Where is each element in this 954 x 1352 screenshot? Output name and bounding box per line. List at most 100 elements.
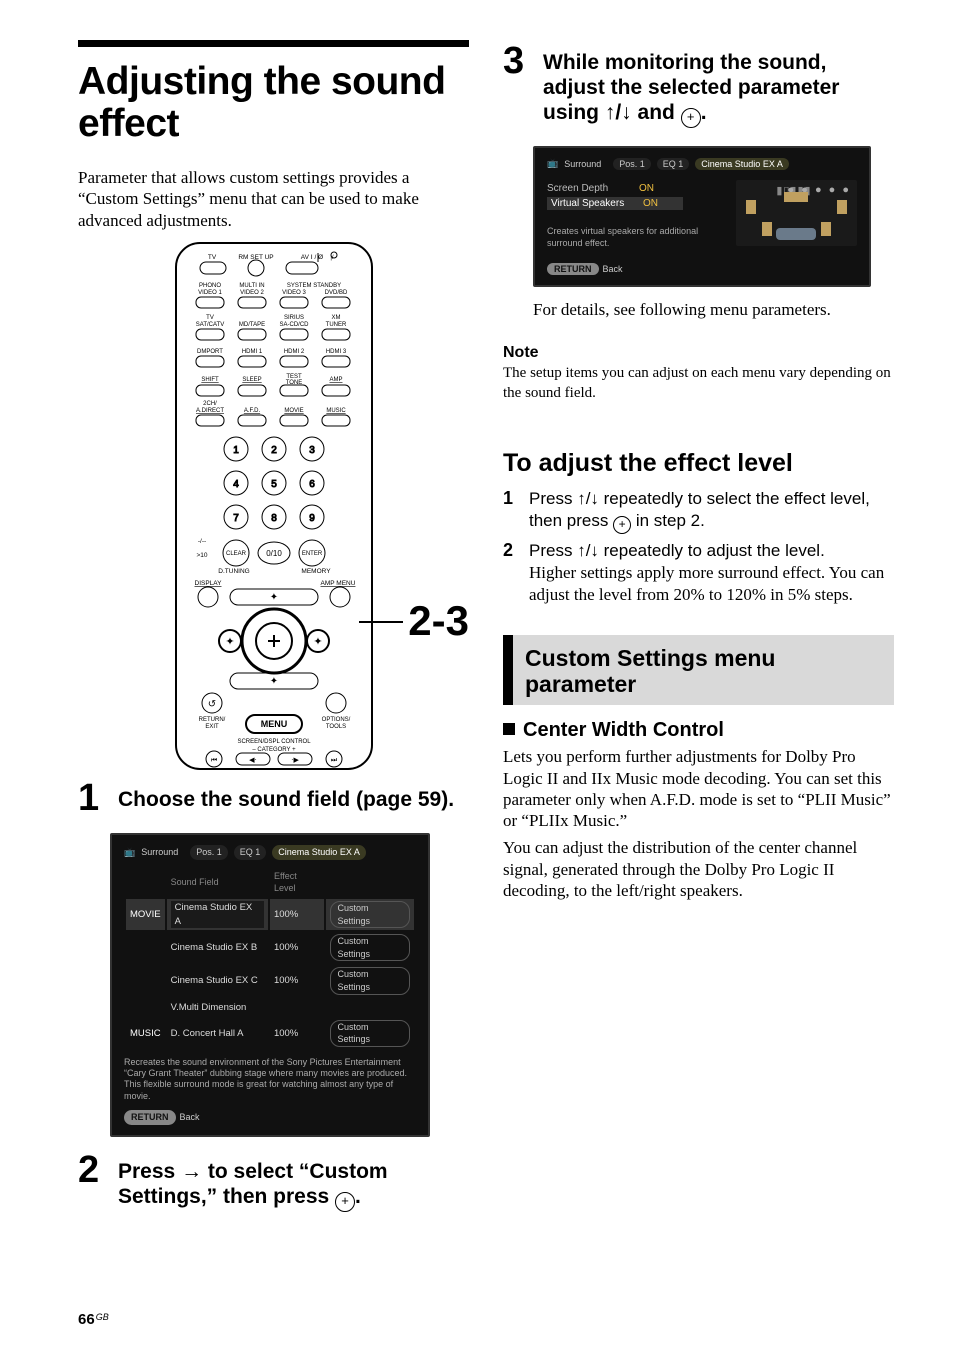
remote-illustration: TV RM SET UP AV Ⅰ / Ø |/ PHONO MULTI IN	[174, 241, 374, 771]
step-3: 3 While monitoring the sound, adjust the…	[503, 44, 894, 128]
svg-text:1: 1	[233, 445, 239, 456]
left-column: Adjusting the sound effect Parameter tha…	[78, 40, 469, 1322]
svg-text:6: 6	[309, 479, 315, 490]
room-diagram: ▮▯▮▮▮ ● ● ● ● ●	[736, 180, 857, 246]
table-row: MUSICD. Concert Hall A100%Custom Setting…	[126, 1018, 414, 1049]
svg-text:-/--: -/--	[197, 538, 205, 545]
menu-breadcrumb: 📺 Surround Pos. 1 EQ 1 Cinema Studio EX …	[547, 158, 857, 170]
svg-text:3: 3	[309, 445, 315, 456]
svg-text:DMPORT: DMPORT	[197, 349, 223, 355]
svg-text:HDMI 2: HDMI 2	[283, 349, 304, 355]
svg-text:✦: ✦	[269, 592, 277, 603]
note-body: The setup items you can adjust on each m…	[503, 364, 894, 403]
svg-text:TOOLS: TOOLS	[325, 724, 345, 730]
svg-text:DISPLAY: DISPLAY	[194, 580, 222, 587]
page-number: 66GB	[78, 1311, 109, 1328]
param-menu-screenshot: 📺 Surround Pos. 1 EQ 1 Cinema Studio EX …	[533, 146, 871, 287]
intro-paragraph: Parameter that allows custom settings pr…	[78, 167, 469, 231]
step-1: 1 Choose the sound field (page 59).	[78, 781, 469, 815]
svg-text:9: 9	[309, 513, 315, 524]
svg-text:⏮: ⏮	[210, 756, 216, 764]
svg-text:PHONO: PHONO	[198, 283, 220, 289]
svg-text:TV: TV	[206, 315, 214, 321]
remote-figure: TV RM SET UP AV Ⅰ / Ø |/ PHONO MULTI IN	[78, 241, 469, 771]
svg-text:EXIT: EXIT	[205, 724, 219, 730]
svg-text:OPTIONS/: OPTIONS/	[321, 717, 350, 723]
svg-text:MD/TAPE: MD/TAPE	[238, 322, 264, 328]
svg-text:VIDEO 1: VIDEO 1	[198, 290, 222, 296]
table-row: Cinema Studio EX B100%Custom Settings	[126, 932, 414, 963]
svg-text:TUNER: TUNER	[325, 322, 346, 328]
main-title: Adjusting the sound effect	[78, 61, 469, 145]
surround-menu-screenshot: 📺 Surround Pos. 1 EQ 1 Cinema Studio EX …	[110, 833, 430, 1136]
svg-text:MENU: MENU	[260, 719, 287, 729]
svg-text:8: 8	[271, 513, 277, 524]
svg-text:>10: >10	[196, 552, 207, 559]
step-2: 2 Press → to select “Custom Settings,” t…	[78, 1153, 469, 1212]
list-item: 2 Press ↑/↓ repeatedly to adjust the lev…	[503, 540, 894, 606]
svg-text:2: 2	[271, 445, 277, 456]
svg-text:MUSIC: MUSIC	[326, 408, 346, 414]
right-column: 3 While monitoring the sound, adjust the…	[503, 40, 894, 1322]
svg-text:MULTI IN: MULTI IN	[239, 283, 264, 289]
menu-table: Sound Field Effect Level MOVIE Cinema St…	[124, 866, 416, 1051]
svg-text:·▶: ·▶	[291, 756, 299, 764]
svg-text:SAT/CATV: SAT/CATV	[195, 322, 223, 328]
list-item: 1 Press ↑/↓ repeatedly to select the eff…	[503, 488, 894, 534]
enter-icon: +	[613, 516, 631, 534]
svg-text:SYSTEM STANDBY: SYSTEM STANDBY	[286, 283, 340, 289]
enter-icon: +	[335, 1192, 355, 1212]
section-rule	[78, 40, 469, 47]
svg-text:5: 5	[271, 479, 277, 490]
svg-text:VIDEO 3: VIDEO 3	[282, 290, 306, 296]
svg-text:ENTER: ENTER	[301, 551, 322, 557]
svg-text:MOVIE: MOVIE	[284, 408, 303, 414]
svg-text:AMP: AMP	[329, 377, 342, 383]
step-1-text: Choose the sound field (page 59).	[118, 787, 454, 812]
svg-text:✦: ✦	[269, 676, 277, 687]
svg-text:HDMI 3: HDMI 3	[325, 349, 346, 355]
svg-text:AV Ⅰ / Ø: AV Ⅰ / Ø	[300, 254, 322, 261]
svg-text:SCREEN/DSPL CONTROL: SCREEN/DSPL CONTROL	[237, 739, 311, 745]
svg-text:– CATEGORY +: – CATEGORY +	[252, 747, 296, 753]
sub-item-body-2: You can adjust the distribution of the c…	[503, 837, 894, 901]
svg-text:0/10: 0/10	[266, 549, 282, 558]
sub-item-title: Center Width Control	[503, 719, 894, 742]
step-number: 1	[78, 781, 104, 815]
effect-level-title: To adjust the effect level	[503, 449, 894, 478]
svg-text:DVD/BD: DVD/BD	[324, 290, 347, 296]
figure-callout: 2-3	[408, 597, 469, 645]
svg-text:TV: TV	[207, 254, 216, 261]
menu-return: RETURNBack	[124, 1110, 416, 1125]
svg-text:2CH/: 2CH/	[203, 401, 217, 407]
menu-description: Recreates the sound environment of the S…	[124, 1057, 416, 1102]
step-2-text: Press → to select “Custom Settings,” the…	[118, 1159, 469, 1212]
square-bullet-icon	[503, 723, 515, 735]
menu-breadcrumb: 📺 Surround Pos. 1 EQ 1 Cinema Studio EX …	[124, 845, 416, 860]
after-param-text: For details, see following menu paramete…	[533, 299, 894, 320]
svg-text:A.DIRECT: A.DIRECT	[195, 408, 223, 414]
svg-text:7: 7	[233, 513, 239, 524]
svg-text:|/: |/	[330, 255, 334, 261]
svg-text:VIDEO 2: VIDEO 2	[240, 290, 264, 296]
callout-line	[359, 621, 403, 623]
sub-item-body-1: Lets you perform further adjustments for…	[503, 746, 894, 831]
step-number: 2	[78, 1153, 104, 1212]
svg-text:SA-CD/CD: SA-CD/CD	[279, 322, 309, 328]
svg-text:SLEEP: SLEEP	[242, 377, 261, 383]
svg-text:MEMORY: MEMORY	[301, 568, 331, 575]
page: Adjusting the sound effect Parameter tha…	[0, 0, 954, 1352]
svg-text:✦: ✦	[313, 636, 322, 648]
table-row: V.Multi Dimension	[126, 999, 414, 1016]
step-3-text: While monitoring the sound, adjust the s…	[543, 50, 894, 128]
svg-text:XM: XM	[331, 315, 340, 321]
svg-text:D.TUNING: D.TUNING	[218, 568, 249, 575]
svg-text:◀·: ◀·	[249, 756, 257, 764]
svg-text:SHIFT: SHIFT	[201, 377, 219, 383]
svg-text:HDMI 1: HDMI 1	[241, 349, 262, 355]
param-list: Screen DepthON Virtual SpeakersON Create…	[547, 180, 722, 275]
svg-text:A.F.D.: A.F.D.	[243, 408, 260, 414]
custom-settings-header: Custom Settings menu parameter	[503, 635, 894, 706]
effect-level-steps: 1 Press ↑/↓ repeatedly to select the eff…	[503, 488, 894, 606]
table-row: Cinema Studio EX C100%Custom Settings	[126, 965, 414, 996]
